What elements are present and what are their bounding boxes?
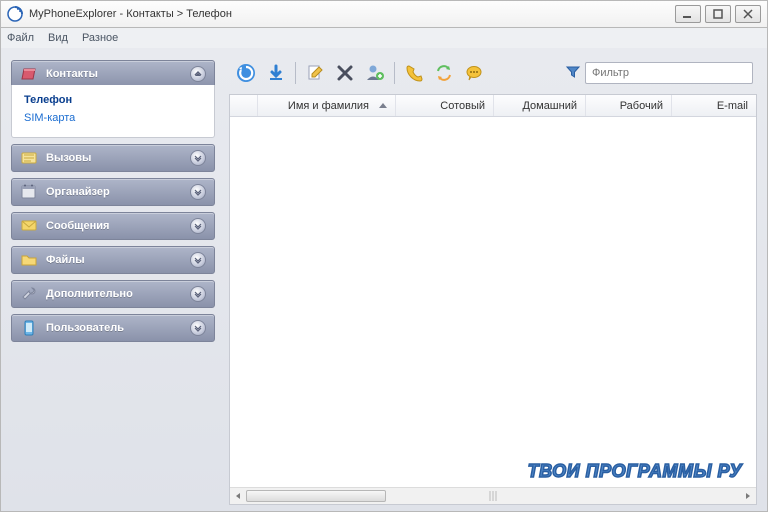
sidebar-item-contacts[interactable]: Контакты: [11, 60, 215, 88]
contacts-submenu: Телефон SIM-карта: [11, 85, 215, 138]
column-label: Домашний: [522, 100, 577, 112]
app-icon: [7, 6, 23, 22]
sidebar-label: Пользователь: [46, 322, 190, 334]
chevron-down-icon: [190, 218, 206, 234]
column-work[interactable]: Рабочий: [586, 95, 672, 116]
sidebar-label: Сообщения: [46, 220, 190, 232]
titlebar: MyPhoneExplorer - Контакты > Телефон: [0, 0, 768, 28]
calls-icon: [20, 149, 38, 167]
data-grid: Имя и фамилия Сотовый Домашний Рабочий E…: [229, 94, 757, 505]
menu-file[interactable]: Файл: [7, 32, 34, 44]
sidebar-sub-phone[interactable]: Телефон: [22, 91, 204, 109]
menu-view[interactable]: Вид: [48, 32, 68, 44]
column-name[interactable]: Имя и фамилия: [258, 95, 396, 116]
separator: [394, 62, 395, 84]
sidebar-item-calls[interactable]: Вызовы: [11, 144, 215, 172]
filter-input[interactable]: [585, 62, 753, 84]
sidebar: Контакты Телефон SIM-карта Вызовы Органа…: [1, 48, 225, 511]
close-button[interactable]: [735, 5, 761, 23]
filter-icon[interactable]: [565, 64, 581, 83]
column-home[interactable]: Домашний: [494, 95, 586, 116]
chevron-down-icon: [190, 252, 206, 268]
download-button[interactable]: [263, 60, 289, 86]
sidebar-label: Контакты: [46, 68, 190, 80]
sync-button[interactable]: [431, 60, 457, 86]
chevron-down-icon: [190, 320, 206, 336]
column-icon[interactable]: [230, 95, 258, 116]
column-label: Рабочий: [620, 100, 663, 112]
chevron-up-icon: [190, 66, 206, 82]
chevron-down-icon: [190, 286, 206, 302]
sidebar-label: Вызовы: [46, 152, 190, 164]
grid-header: Имя и фамилия Сотовый Домашний Рабочий E…: [230, 95, 756, 117]
scroll-thumb[interactable]: [246, 490, 386, 502]
grid-body: [230, 117, 756, 487]
sidebar-item-files[interactable]: Файлы: [11, 246, 215, 274]
sidebar-sub-sim[interactable]: SIM-карта: [22, 109, 204, 127]
scroll-left-icon[interactable]: [230, 488, 246, 504]
scroll-right-icon[interactable]: [740, 488, 756, 504]
minimize-button[interactable]: [675, 5, 701, 23]
content-area: Имя и фамилия Сотовый Домашний Рабочий E…: [225, 48, 767, 511]
contacts-icon: [20, 65, 38, 83]
toolbar: [229, 58, 757, 88]
sidebar-label: Органайзер: [46, 186, 190, 198]
call-button[interactable]: [401, 60, 427, 86]
column-email[interactable]: E-mail: [672, 95, 756, 116]
chevron-down-icon: [190, 184, 206, 200]
horizontal-scrollbar[interactable]: [230, 487, 756, 504]
menubar: Файл Вид Разное: [0, 28, 768, 48]
column-label: Сотовый: [440, 100, 485, 112]
column-label: E-mail: [717, 100, 748, 112]
refresh-button[interactable]: [233, 60, 259, 86]
edit-button[interactable]: [302, 60, 328, 86]
sidebar-item-messages[interactable]: Сообщения: [11, 212, 215, 240]
menu-misc[interactable]: Разное: [82, 32, 118, 44]
sidebar-label: Файлы: [46, 254, 190, 266]
window-title: MyPhoneExplorer - Контакты > Телефон: [29, 8, 232, 20]
separator: [295, 62, 296, 84]
maximize-button[interactable]: [705, 5, 731, 23]
wrench-icon: [20, 285, 38, 303]
sidebar-item-extras[interactable]: Дополнительно: [11, 280, 215, 308]
add-user-button[interactable]: [362, 60, 388, 86]
phone-icon: [20, 319, 38, 337]
organizer-icon: [20, 183, 38, 201]
chat-button[interactable]: [461, 60, 487, 86]
column-label: Имя и фамилия: [288, 100, 369, 112]
messages-icon: [20, 217, 38, 235]
sidebar-label: Дополнительно: [46, 288, 190, 300]
chevron-down-icon: [190, 150, 206, 166]
column-mobile[interactable]: Сотовый: [396, 95, 494, 116]
sidebar-item-user[interactable]: Пользователь: [11, 314, 215, 342]
delete-button[interactable]: [332, 60, 358, 86]
scroll-grip-icon: [490, 491, 497, 501]
sidebar-item-organizer[interactable]: Органайзер: [11, 178, 215, 206]
sort-asc-icon: [379, 103, 387, 108]
files-icon: [20, 251, 38, 269]
